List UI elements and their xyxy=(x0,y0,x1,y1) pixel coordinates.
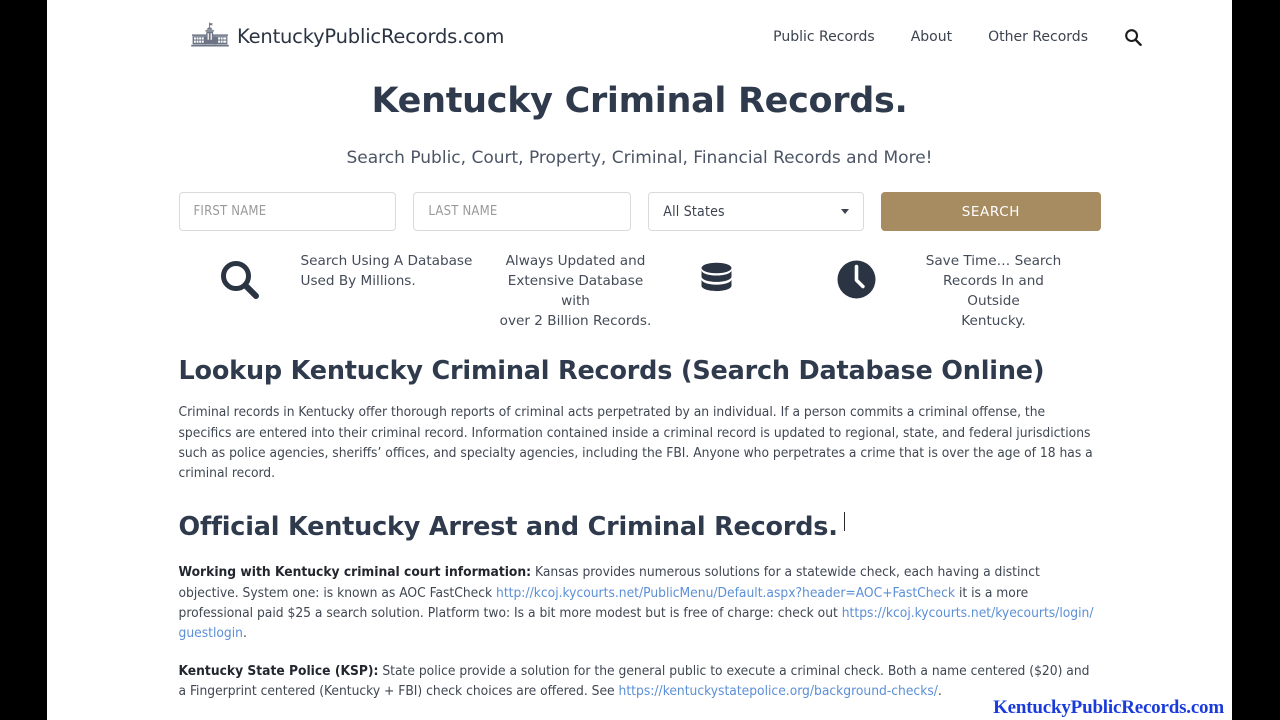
link-aoc-fastcheck[interactable]: http://kcoj.kycourts.net/PublicMenu/Defa… xyxy=(496,585,955,601)
paragraph-criminal-records-intro: Criminal records in Kentucky offer thoro… xyxy=(178,404,1093,482)
feature-line-2: Extensive Database with xyxy=(507,273,644,310)
clock-icon xyxy=(796,251,918,302)
magnifier-icon xyxy=(179,251,301,302)
first-name-input[interactable]: FIRST NAME xyxy=(178,192,397,232)
feature-text: Always Updated and Extensive Database wi… xyxy=(496,251,656,331)
feature-line-1: Search Using A Database xyxy=(300,253,473,270)
browser-viewport: KentuckyPublicRecords.com Public Records… xyxy=(47,0,1232,720)
paragraph-text-b: . xyxy=(937,683,942,700)
feature-line-2: Records In and Outside xyxy=(943,273,1044,310)
nav-item-other-records[interactable]: Other Records xyxy=(988,29,1088,45)
state-select-value: All States xyxy=(663,203,725,220)
paragraph-kentucky-state-police: Kentucky State Police (KSP): State polic… xyxy=(179,661,1101,701)
site-logo-link[interactable]: KentuckyPublicRecords.com xyxy=(188,22,504,52)
link-ksp-background-checks[interactable]: https://kentuckystatepolice.org/backgrou… xyxy=(619,683,938,699)
feature-text: Save Time… Search Records In and Outside… xyxy=(918,251,1070,331)
nav-item-public-records[interactable]: Public Records xyxy=(773,29,875,45)
feature-text: Search Using A Database Used By Millions… xyxy=(301,251,476,291)
people-search-form: FIRST NAME LAST NAME All States SEARCH xyxy=(178,192,1101,232)
feature-line-1: Always Updated and xyxy=(505,253,646,270)
page-title: Kentucky Criminal Records. xyxy=(371,81,908,121)
paragraph-text-c: . xyxy=(242,625,247,641)
database-icon xyxy=(656,251,778,302)
feature-line-3: over 2 Billion Records. xyxy=(499,313,652,330)
section-heading-official-records: Official Kentucky Arrest and Criminal Re… xyxy=(178,512,838,543)
search-button[interactable]: SEARCH xyxy=(881,192,1101,232)
letterbox-bar-right xyxy=(1232,0,1280,720)
feature-line-1: Save Time… Search xyxy=(925,253,1062,270)
letterbox-bar-left xyxy=(0,0,47,720)
nav-item-about[interactable]: About xyxy=(911,29,952,45)
paragraph-court-information: Working with Kentucky criminal court inf… xyxy=(179,562,1101,643)
section-heading-lookup: Lookup Kentucky Criminal Records (Search… xyxy=(178,356,1045,387)
feature-highlights: Search Using A Database Used By Millions… xyxy=(179,251,1101,331)
paragraph-lead-label: Working with Kentucky criminal court inf… xyxy=(178,564,532,581)
feature-item-database-used-by-millions: Search Using A Database Used By Millions… xyxy=(179,251,476,302)
text-cursor xyxy=(844,512,845,531)
site-brand-name: KentuckyPublicRecords.com xyxy=(237,25,505,48)
last-name-input[interactable]: LAST NAME xyxy=(413,192,632,232)
feature-line-3: Kentucky. xyxy=(961,313,1026,330)
page-subtitle: Search Public, Court, Property, Criminal… xyxy=(346,148,933,169)
watermark-label: KentuckyPublicRecords.com xyxy=(993,697,1224,718)
chevron-down-icon xyxy=(841,209,850,215)
feature-item-save-time: Save Time… Search Records In and Outside… xyxy=(796,251,1070,331)
article-content: Lookup Kentucky Criminal Records (Search… xyxy=(179,355,1101,720)
feature-item-always-updated: Always Updated and Extensive Database wi… xyxy=(496,251,778,331)
search-icon[interactable] xyxy=(1124,28,1142,46)
paragraph-lead-label: Kentucky State Police (KSP): xyxy=(178,663,379,680)
capitol-building-icon xyxy=(188,22,232,52)
state-select[interactable]: All States xyxy=(648,192,865,232)
feature-line-2: Used By Millions. xyxy=(300,273,416,290)
hero-section: Kentucky Criminal Records. Search Public… xyxy=(47,73,1232,168)
site-header: KentuckyPublicRecords.com Public Records… xyxy=(47,0,1232,73)
main-navigation: Public Records About Other Records xyxy=(773,28,1216,46)
